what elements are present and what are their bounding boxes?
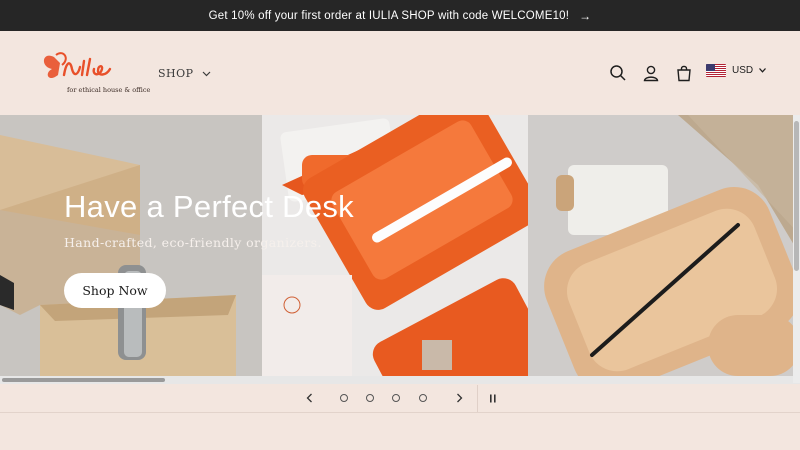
arrow-right-icon[interactable]: → bbox=[579, 9, 591, 23]
vertical-scrollbar[interactable] bbox=[793, 115, 800, 383]
slide-dot-4[interactable] bbox=[419, 394, 427, 402]
pause-icon[interactable] bbox=[485, 390, 501, 406]
hero-subtitle: Hand-crafted, eco-friendly organizers. bbox=[64, 235, 322, 250]
slide-dot-2[interactable] bbox=[366, 394, 374, 402]
slide-dot-1[interactable] bbox=[340, 394, 348, 402]
slide-dot-3[interactable] bbox=[392, 394, 400, 402]
site-header: for ethical house & office SHOP USD bbox=[0, 31, 800, 115]
hero-banner[interactable]: Have a Perfect Desk Hand-crafted, eco-fr… bbox=[0, 115, 800, 376]
currency-code[interactable]: USD bbox=[732, 65, 753, 76]
hero-title: Have a Perfect Desk bbox=[64, 189, 354, 224]
slider-controls bbox=[0, 384, 800, 413]
currency-selector[interactable]: USD bbox=[706, 64, 767, 77]
chevron-right-icon[interactable] bbox=[451, 390, 467, 406]
nav-shop-label[interactable]: SHOP bbox=[158, 67, 194, 80]
chevron-down-icon[interactable] bbox=[759, 68, 767, 73]
nav-shop-dropdown[interactable]: SHOP bbox=[158, 67, 211, 80]
announcement-bar[interactable]: Get 10% off your first order at IULIA SH… bbox=[0, 0, 800, 31]
logo-butterfly-icon bbox=[43, 52, 112, 79]
us-flag-icon bbox=[706, 64, 726, 77]
chevron-down-icon[interactable] bbox=[202, 71, 211, 77]
cart-icon[interactable] bbox=[672, 61, 696, 85]
search-icon[interactable] bbox=[606, 61, 630, 85]
hero-image-wooden-tray bbox=[528, 115, 800, 376]
shop-now-button[interactable]: Shop Now bbox=[64, 273, 166, 308]
brand-logo[interactable]: for ethical house & office bbox=[40, 49, 150, 109]
controls-divider bbox=[477, 385, 478, 412]
hero-text: Have a Perfect Desk Hand-crafted, eco-fr… bbox=[64, 189, 354, 250]
vertical-scrollbar-thumb[interactable] bbox=[794, 121, 799, 271]
brand-tagline: for ethical house & office bbox=[67, 86, 151, 94]
announcement-text[interactable]: Get 10% off your first order at IULIA SH… bbox=[209, 10, 570, 22]
account-icon[interactable] bbox=[639, 61, 663, 85]
horizontal-scrollbar[interactable] bbox=[0, 376, 800, 384]
chevron-left-icon[interactable] bbox=[301, 390, 317, 406]
horizontal-scrollbar-thumb[interactable] bbox=[2, 378, 165, 382]
